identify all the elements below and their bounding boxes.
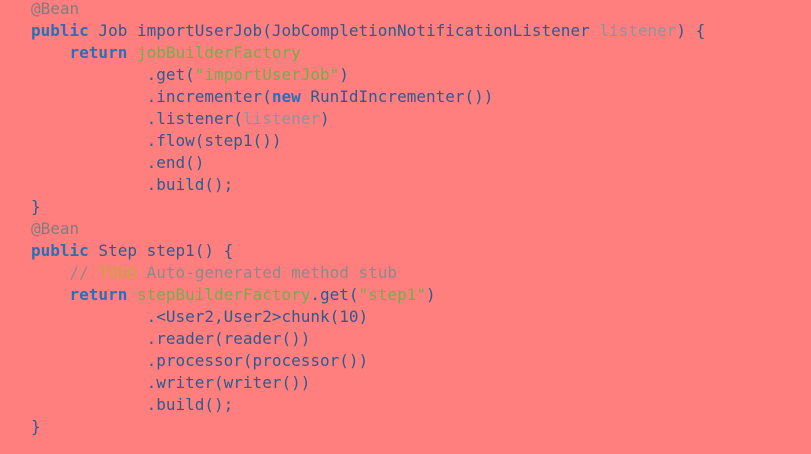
code-view[interactable]: @Bean public Job importUserJob(JobComplet… bbox=[0, 0, 811, 452]
code-token: ) bbox=[425, 285, 436, 304]
code-line: } bbox=[0, 196, 811, 218]
code-line: .processor(processor()) bbox=[0, 350, 811, 372]
code-line: .writer(writer()) bbox=[0, 372, 811, 394]
code-token: .<User2,User2>chunk(10) bbox=[31, 307, 369, 326]
keyword-token: public bbox=[31, 21, 89, 40]
code-line: .listener(listener) bbox=[0, 108, 811, 130]
code-token: RunIdIncrementer()) bbox=[300, 87, 494, 106]
string-literal-token: "importUserJob" bbox=[194, 65, 340, 84]
code-token: .get( bbox=[31, 65, 195, 84]
code-token: .flow(step1()) bbox=[31, 131, 282, 150]
string-literal-token: "step1" bbox=[358, 285, 426, 304]
annotation-token: @Bean bbox=[31, 219, 80, 238]
code-line: public Step step1() { bbox=[0, 240, 811, 262]
code-line: .build(); bbox=[0, 394, 811, 416]
comment-token: Auto-generated method stub bbox=[136, 263, 398, 282]
code-line: // TODO Auto-generated method stub bbox=[0, 262, 811, 284]
code-line: .get("importUserJob") bbox=[0, 64, 811, 86]
code-token: ) bbox=[339, 65, 349, 84]
code-token: Job importUserJob(JobCompletionNotificat… bbox=[88, 21, 600, 40]
code-line: @Bean bbox=[0, 0, 811, 20]
code-line: .end() bbox=[0, 152, 811, 174]
code-token: ) { bbox=[676, 21, 706, 40]
code-line: return jobBuilderFactory bbox=[0, 42, 811, 64]
code-token: } bbox=[31, 197, 41, 216]
code-line: } bbox=[0, 416, 811, 438]
code-token: ) bbox=[319, 109, 330, 128]
parameter-token: listener bbox=[242, 109, 320, 128]
code-line: @Bean bbox=[0, 218, 811, 240]
code-line: public Job importUserJob(JobCompletionNo… bbox=[0, 20, 811, 42]
code-line: .<User2,User2>chunk(10) bbox=[0, 306, 811, 328]
code-token: .reader(reader()) bbox=[31, 329, 311, 348]
code-line: return stepBuilderFactory.get("step1") bbox=[0, 284, 811, 306]
code-token: Step step1() { bbox=[88, 241, 234, 260]
code-line: .build(); bbox=[0, 174, 811, 196]
todo-token: TODO bbox=[98, 263, 137, 282]
code-token: .end() bbox=[31, 153, 205, 172]
code-line: .reader(reader()) bbox=[0, 328, 811, 350]
keyword-token: new bbox=[271, 87, 301, 106]
code-token: .get( bbox=[310, 285, 359, 304]
code-token: .incrementer( bbox=[31, 87, 272, 106]
annotation-token: @Bean bbox=[31, 0, 80, 18]
code-line: .incrementer(new RunIdIncrementer()) bbox=[0, 86, 811, 108]
keyword-token: return bbox=[69, 43, 128, 62]
keyword-token: return bbox=[69, 285, 128, 304]
code-token: .writer(writer()) bbox=[31, 373, 311, 392]
code-token: } bbox=[31, 417, 41, 436]
code-token: .processor(processor()) bbox=[31, 351, 369, 370]
code-token: .build(); bbox=[31, 395, 234, 414]
field-token: jobBuilderFactory bbox=[136, 43, 301, 62]
keyword-token: public bbox=[31, 241, 89, 260]
comment-token: // bbox=[31, 263, 99, 282]
parameter-token: listener bbox=[599, 21, 677, 40]
code-line: .flow(step1()) bbox=[0, 130, 811, 152]
code-token: .build(); bbox=[31, 175, 234, 194]
field-token: stepBuilderFactory bbox=[136, 285, 311, 304]
code-token: .listener( bbox=[31, 109, 243, 128]
